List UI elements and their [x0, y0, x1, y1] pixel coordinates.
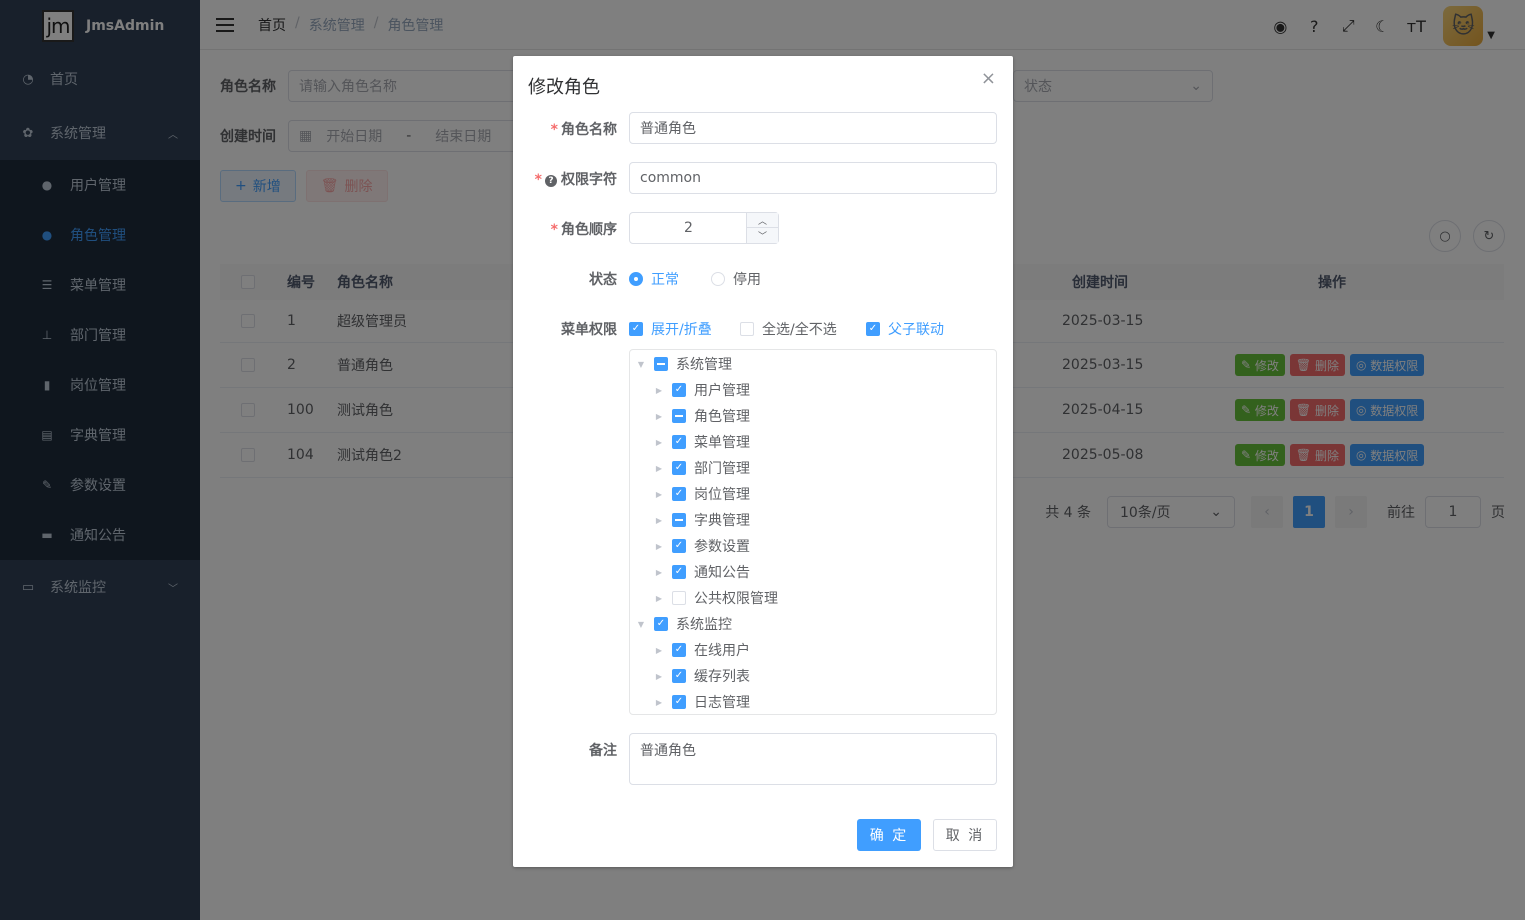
caret-right-icon[interactable]: ▶ [654, 516, 664, 525]
edit-role-dialog: 修改角色 × * 角色名称 普通角色 *? 权限字符 common * 角色顺序 2 … [513, 56, 1013, 867]
tree-node[interactable]: ▶ ✓ 在线用户 [630, 637, 996, 663]
tree-node[interactable]: ▶ ✓ 部门管理 [630, 455, 996, 481]
remark-textarea[interactable]: 普通角色 [629, 733, 997, 785]
tree-node[interactable]: ▶ 角色管理 [630, 403, 996, 429]
check-icon[interactable]: ✓ [672, 669, 686, 683]
caret-right-icon[interactable]: ▶ [654, 568, 664, 577]
menu-tree: ▼ 系统管理 ▶ ✓ 用户管理 ▶ 角色管理 ▶ ✓ 菜单管理 ▶ ✓ 部门管理 ▶ ✓ 岗位管理 ▶ 字典管理 ▶… [629, 349, 997, 715]
decrease-icon[interactable]: ﹀ [747, 228, 778, 243]
caret-right-icon[interactable]: ▶ [654, 542, 664, 551]
tree-node-label: 字典管理 [694, 513, 750, 529]
checkbox-label: 父子联动 [888, 322, 944, 338]
check-icon[interactable]: ✓ [672, 565, 686, 579]
caret-right-icon[interactable]: ▶ [654, 490, 664, 499]
tree-node-label: 角色管理 [694, 409, 750, 425]
stepper-controls: ︿ ﹀ [746, 213, 778, 243]
check-icon[interactable]: ✓ [672, 461, 686, 475]
caret-down-icon[interactable]: ▼ [636, 620, 646, 629]
checkbox-empty [740, 322, 754, 336]
radio-checked [629, 272, 643, 286]
tree-node[interactable]: ▼ 系统管理 [630, 351, 996, 377]
role-key-field-label: *? 权限字符 [534, 172, 617, 188]
tree-node[interactable]: ▶ ✓ 参数设置 [630, 533, 996, 559]
check-icon[interactable]: ✓ [672, 539, 686, 553]
checkbox-label: 展开/折叠 [651, 322, 712, 338]
status-field-label: 状态 [589, 272, 617, 288]
caret-right-icon[interactable]: ▶ [654, 386, 664, 395]
tree-node-label: 缓存列表 [694, 669, 750, 685]
increase-icon[interactable]: ︿ [747, 213, 778, 228]
tree-node-label: 日志管理 [694, 695, 750, 711]
check-icon[interactable]: ✓ [672, 695, 686, 709]
check-icon: ✓ [629, 322, 643, 336]
check-icon: ✓ [866, 322, 880, 336]
tree-node-label: 菜单管理 [694, 435, 750, 451]
caret-right-icon[interactable]: ▶ [654, 438, 664, 447]
tree-node-label: 系统监控 [676, 617, 732, 633]
tree-node[interactable]: ▶ ✓ 日志管理 [630, 689, 996, 714]
tree-node[interactable]: ▶ ✓ 菜单管理 [630, 429, 996, 455]
indeterminate-icon[interactable] [672, 409, 686, 423]
radio-unchecked [711, 272, 725, 286]
caret-right-icon[interactable]: ▶ [654, 698, 664, 707]
caret-right-icon[interactable]: ▶ [654, 464, 664, 473]
tree-node-label: 系统管理 [676, 357, 732, 373]
check-icon[interactable]: ✓ [672, 643, 686, 657]
status-radio-disabled[interactable]: 停用 [711, 269, 761, 289]
tree-node-label: 部门管理 [694, 461, 750, 477]
tree-node-label: 用户管理 [694, 383, 750, 399]
tree-node[interactable]: ▶ ✓ 缓存列表 [630, 663, 996, 689]
indeterminate-icon[interactable] [672, 513, 686, 527]
caret-right-icon[interactable]: ▶ [654, 594, 664, 603]
menu-permission-label: 菜单权限 [561, 322, 617, 338]
status-radio-normal[interactable]: 正常 [629, 269, 679, 289]
tree-node-label: 岗位管理 [694, 487, 750, 503]
role-sort-stepper[interactable]: 2 ︿ ﹀ [629, 212, 779, 244]
indeterminate-icon[interactable] [654, 357, 668, 371]
expand-collapse-checkbox[interactable]: ✓ 展开/折叠 [629, 319, 712, 339]
role-key-input[interactable]: common [629, 162, 997, 194]
select-all-checkbox[interactable]: 全选/全不选 [740, 319, 837, 339]
role-name-field-label: * 角色名称 [550, 122, 617, 138]
help-circle-icon[interactable]: ? [545, 175, 557, 187]
cancel-button[interactable]: 取 消 [933, 819, 997, 851]
dialog-title: 修改角色 [528, 77, 600, 98]
role-sort-value[interactable]: 2 [630, 213, 747, 243]
tree-node[interactable]: ▶ ✓ 通知公告 [630, 559, 996, 585]
check-icon[interactable]: ✓ [654, 617, 668, 631]
caret-right-icon[interactable]: ▶ [654, 646, 664, 655]
radio-label: 停用 [733, 272, 761, 288]
caret-right-icon[interactable]: ▶ [654, 412, 664, 421]
tree-node-label: 公共权限管理 [694, 591, 778, 607]
close-icon[interactable]: × [981, 68, 996, 89]
role-name-input[interactable]: 普通角色 [629, 112, 997, 144]
check-icon[interactable]: ✓ [672, 487, 686, 501]
tree-node[interactable]: ▶ ✓ 岗位管理 [630, 481, 996, 507]
check-icon[interactable]: ✓ [672, 435, 686, 449]
checkbox-empty[interactable] [672, 591, 686, 605]
tree-node[interactable]: ▶ ✓ 用户管理 [630, 377, 996, 403]
remark-field-label: 备注 [589, 743, 617, 759]
confirm-button[interactable]: 确 定 [857, 819, 921, 851]
caret-down-icon[interactable]: ▼ [636, 360, 646, 369]
tree-node-label: 在线用户 [694, 643, 750, 659]
checkbox-label: 全选/全不选 [762, 322, 837, 338]
tree-node[interactable]: ▶ 字典管理 [630, 507, 996, 533]
check-icon[interactable]: ✓ [672, 383, 686, 397]
tree-node[interactable]: ▶ 公共权限管理 [630, 585, 996, 611]
caret-right-icon[interactable]: ▶ [654, 672, 664, 681]
tree-node[interactable]: ▼ ✓ 系统监控 [630, 611, 996, 637]
tree-node-label: 参数设置 [694, 539, 750, 555]
radio-label: 正常 [651, 272, 679, 288]
role-sort-field-label: * 角色顺序 [550, 222, 617, 238]
tree-node-label: 通知公告 [694, 565, 750, 581]
parent-child-linkage-checkbox[interactable]: ✓ 父子联动 [866, 319, 944, 339]
